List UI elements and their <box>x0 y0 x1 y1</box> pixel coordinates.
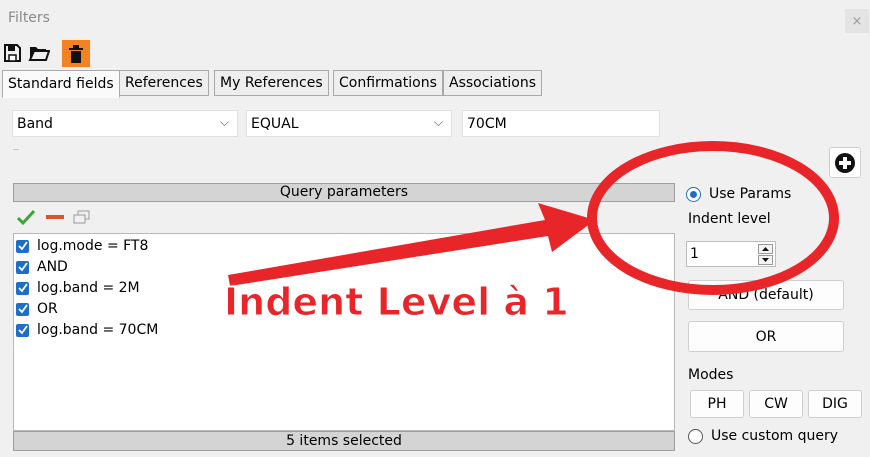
annotation-text: Indent Level à 1 <box>224 280 570 325</box>
annotation-overlay <box>228 141 839 295</box>
highlight-ellipse <box>587 141 839 295</box>
annotation-arrow <box>228 203 595 286</box>
